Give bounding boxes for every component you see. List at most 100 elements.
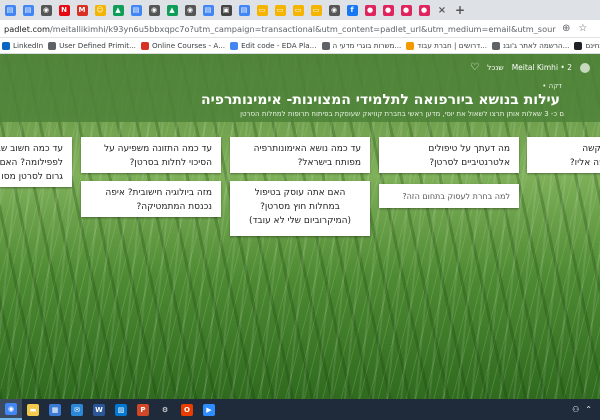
post-text: האם אתה עוסק בטיפול במחלות חוץ מסרטן? (ה… [248, 188, 351, 226]
url-host: padlet.com [4, 23, 51, 34]
bookmark-item[interactable]: קורס תכנות בחינם ... [574, 41, 600, 50]
browser-tab[interactable]: ▣ [218, 2, 234, 18]
author-line: Meital Kimhi • 2 [511, 63, 572, 72]
browser-tab[interactable]: ▭ [272, 2, 288, 18]
post-card[interactable]: עד כמה נושא האימונותרפיה מפותח בישראל? [230, 137, 370, 173]
chevron-up-icon[interactable]: ⌃ [585, 405, 592, 414]
windows-taskbar: ◉ ▬ ▦ ✉ W ▨ P ⚙ O ▶ ⚇ ⌃ [0, 399, 600, 420]
browser-tab[interactable]: ▭ [308, 2, 324, 18]
browser-tab[interactable]: ▤ [128, 2, 144, 18]
browser-tab[interactable]: ● [416, 2, 432, 18]
page-title: עילות בנושא ביורפואה לתלמידי המצוינות- א… [201, 92, 560, 108]
chrome-icon: ◉ [184, 4, 196, 16]
browser-tab[interactable]: ▭ [290, 2, 306, 18]
address-bar-row: padlet.com/meitallikimhi/k93yn6u5bbxqpc7… [0, 20, 600, 38]
browser-tab[interactable]: ▤ [20, 2, 36, 18]
chrome-icon: ◉ [40, 4, 52, 16]
store-icon[interactable]: ▦ [44, 399, 66, 420]
bookmark-item[interactable]: Online Courses - A... [140, 41, 226, 50]
post-text: עד כמה חשוב שב לפפילומה? האם ב גרום לסרט… [0, 144, 63, 182]
bookmark-star-icon[interactable]: ☆ [578, 23, 587, 34]
bookmark-label: משרות בוגרי מדעי ה... [332, 41, 402, 50]
page-subtitle: ם כ- 3 שאלות אותן תרצו לשאול את יוסי, מד… [240, 110, 564, 118]
browser-tab[interactable]: ▲ [164, 2, 180, 18]
post-card[interactable]: מה דעתך על טיפולים אלטרנטיביים לסרטן? [379, 137, 519, 173]
chrome-icon[interactable]: ◉ [0, 399, 22, 420]
browser-tab[interactable]: ▲ [110, 2, 126, 18]
file-explorer-icon[interactable]: ▬ [22, 399, 44, 420]
post-text: עד כמה התזונה משפיעה על הסיכוי לחלות בסר… [104, 144, 212, 168]
bookmark-label: LinkedIn [13, 41, 44, 50]
bookmark-label: קורס תכנות בחינם ... [585, 41, 600, 50]
google-lens-icon[interactable]: ⊕ [562, 23, 570, 34]
bookmark-item[interactable]: User Defined Primit... [48, 41, 136, 50]
settings-icon-glyph: ⚙ [159, 403, 171, 416]
browser-tab[interactable]: ◉ [182, 2, 198, 18]
bookmark-label: Edit code - EDA Pla... [241, 41, 317, 50]
browser-tab[interactable]: ● [362, 2, 378, 18]
new-tab-button[interactable]: + [452, 2, 468, 18]
bookmark-favicon-icon [48, 41, 57, 50]
word-icon-glyph: W [93, 403, 105, 416]
facebook-icon: f [346, 4, 358, 16]
post-card[interactable]: עד כמה חשוב שב לפפילומה? האם ב גרום לסרט… [0, 137, 72, 187]
avatar[interactable] [580, 62, 590, 73]
slides-icon: ▭ [256, 4, 268, 16]
bookmark-item[interactable]: Edit code - EDA Pla... [230, 41, 317, 50]
share-label[interactable]: שנכל [487, 63, 504, 72]
emoji-icon: ☺ [94, 4, 106, 16]
post-card[interactable]: למה בחרת לעסוק בתחום הזה? [379, 184, 519, 208]
bookmark-favicon-icon [230, 41, 239, 50]
powerpoint-icon[interactable]: P [132, 399, 154, 420]
browser-tab[interactable]: ▤ [200, 2, 216, 18]
browser-tab[interactable]: ▤ [236, 2, 252, 18]
post-text: מה דעתך על טיפולים אלטרנטיביים לסרטן? [428, 144, 510, 168]
post-card[interactable]: מזה ביולוגיה חישובית? איפה נכנסת המתמטיק… [81, 181, 221, 217]
browser-tab[interactable]: ● [380, 2, 396, 18]
system-tray: ⚇ ⌃ [572, 405, 600, 414]
browser-tab[interactable]: N [56, 2, 72, 18]
store-icon-glyph: ▦ [49, 403, 61, 416]
url-path: /meitallikimhi/k93yn6u5bbxqpc7o?utm_camp… [50, 23, 556, 34]
browser-tab[interactable]: ◉ [146, 2, 162, 18]
bookmark-favicon-icon [140, 41, 149, 50]
browser-tab[interactable]: M [74, 2, 90, 18]
browser-tab[interactable]: ● [398, 2, 414, 18]
post-card[interactable]: כמה קל הוא הקשה מחקר על תרופה אליו? [527, 137, 600, 173]
bookmark-item[interactable]: הרשמה לאתר ג'ובנ... [492, 41, 569, 50]
browser-tab[interactable]: ▭ [254, 2, 270, 18]
bookmark-label: Online Courses - A... [151, 41, 226, 50]
bookmarks-bar: LinkedIn User Defined Primit... Online Cou… [0, 38, 600, 54]
people-icon[interactable]: ⚇ [572, 405, 579, 414]
bookmark-favicon-icon [321, 41, 330, 50]
mail-icon[interactable]: ✉ [66, 399, 88, 420]
bookmark-item[interactable]: דרושים | חברת עבוד... [406, 41, 487, 50]
browser-tab[interactable]: ☺ [92, 2, 108, 18]
heart-icon[interactable]: ♡ [470, 62, 479, 73]
padlet-icon: ● [400, 4, 412, 16]
url-field[interactable]: padlet.com/meitallikimhi/k93yn6u5bbxqpc7… [0, 24, 556, 34]
docs-icon: ▤ [4, 4, 16, 16]
browser-tab[interactable]: f [344, 2, 360, 18]
office-icon-glyph: O [181, 403, 193, 416]
gmail-icon: M [76, 4, 88, 16]
close-tab-icon[interactable]: × [434, 2, 450, 18]
browser-tab[interactable]: ▤ [2, 2, 18, 18]
zoom-icon[interactable]: ▶ [198, 399, 220, 420]
padlet-icon: ● [418, 4, 430, 16]
bookmark-label: User Defined Primit... [59, 41, 136, 50]
bookmark-item[interactable]: LinkedIn [2, 41, 43, 50]
bookmark-item[interactable]: משרות בוגרי מדעי ה... [321, 41, 402, 50]
word-icon[interactable]: W [88, 399, 110, 420]
settings-icon[interactable]: ⚙ [154, 399, 176, 420]
post-card[interactable]: האם אתה עוסק בטיפול במחלות חוץ מסרטן? (ה… [230, 181, 370, 236]
bookmark-favicon-icon [574, 41, 583, 50]
photos-icon[interactable]: ▨ [110, 399, 132, 420]
docs-icon: ▤ [22, 4, 34, 16]
mail-icon-glyph: ✉ [71, 403, 83, 416]
post-card[interactable]: עד כמה התזונה משפיעה על הסיכוי לחלות בסר… [81, 137, 221, 173]
bookmark-favicon-icon [406, 41, 415, 50]
browser-tab[interactable]: ◉ [38, 2, 54, 18]
office-icon[interactable]: O [176, 399, 198, 420]
browser-tab[interactable]: ◉ [326, 2, 342, 18]
